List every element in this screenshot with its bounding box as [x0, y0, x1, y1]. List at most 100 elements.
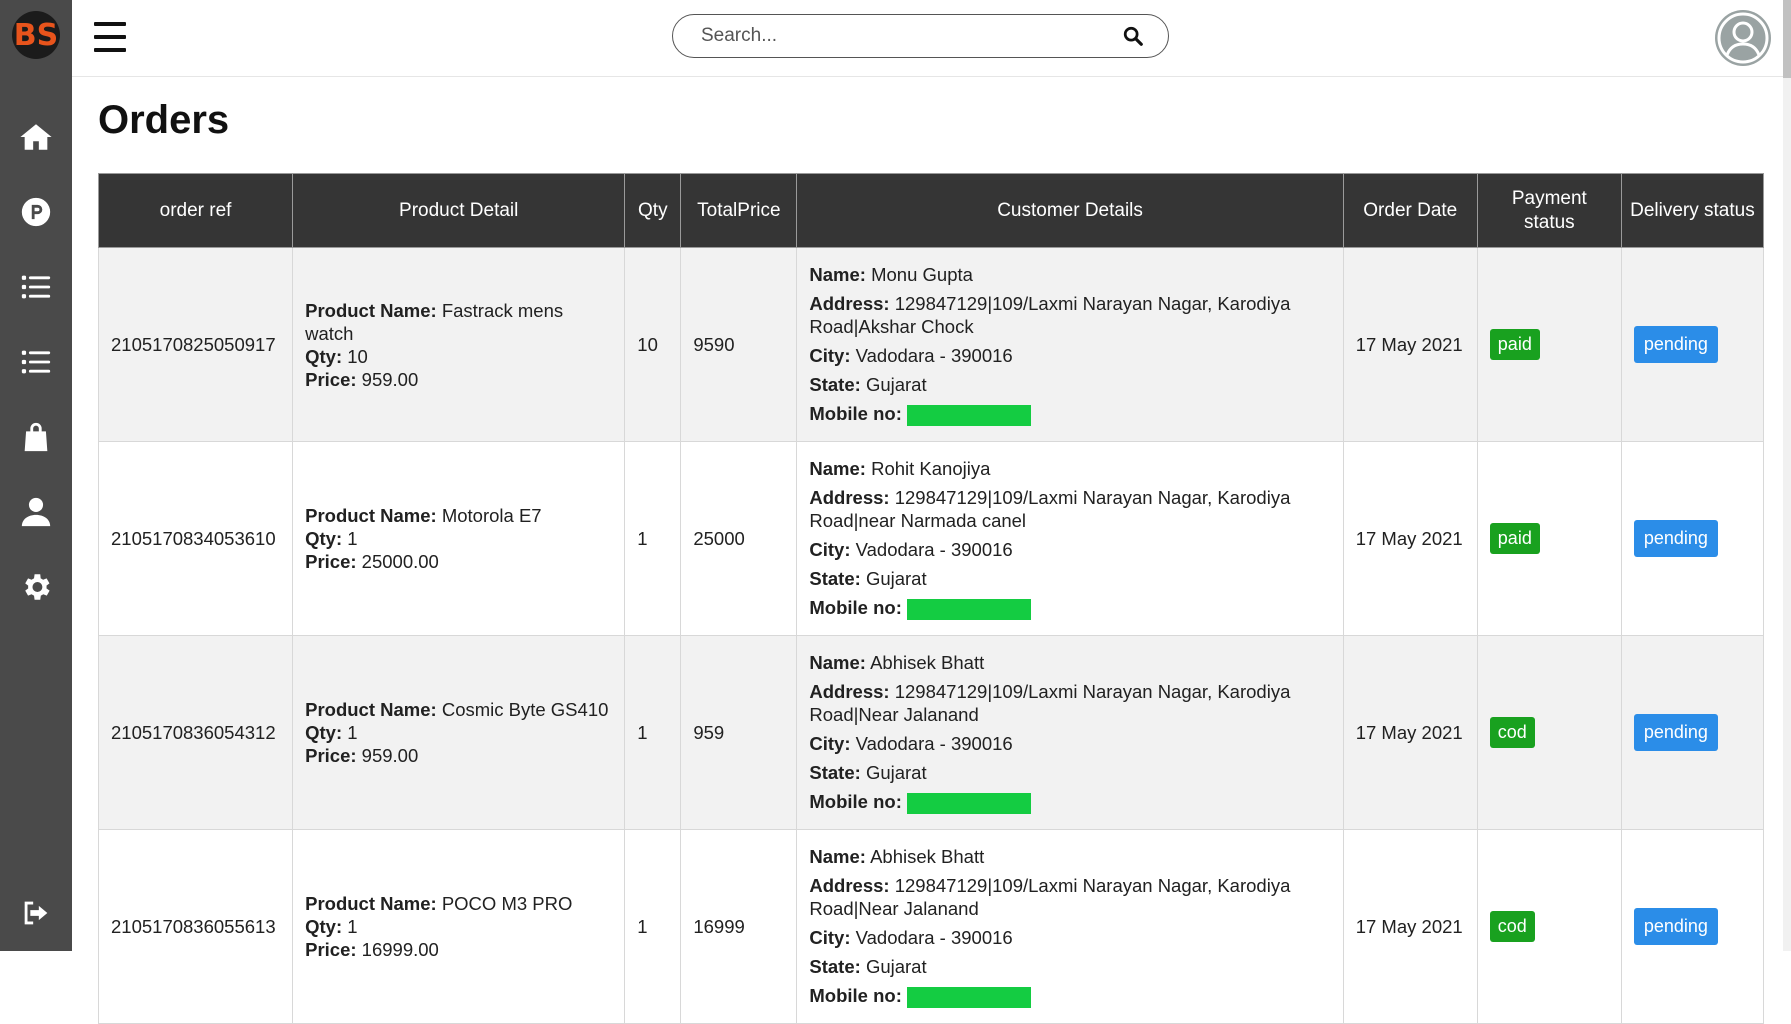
customer-name: Abhisek Bhatt	[870, 846, 985, 868]
qty-cell: 1	[624, 829, 682, 1024]
product-qty-label: Qty:	[305, 916, 343, 937]
total-price-cell: 25000	[680, 441, 798, 636]
mobile-redaction	[907, 986, 1032, 1008]
logout-icon[interactable]	[16, 893, 56, 933]
address-label: Address:	[809, 875, 890, 897]
product-price-label: Price:	[305, 368, 357, 390]
customer-state: Gujarat	[865, 568, 927, 590]
shopping-bag-icon[interactable]	[16, 417, 56, 457]
sidebar: BS	[0, 0, 72, 951]
payment-status-cell: paid	[1476, 247, 1622, 442]
qty-cell: 1	[624, 441, 682, 636]
delivery-status-button[interactable]: pending	[1633, 714, 1718, 751]
col-header-order-ref: order ref	[97, 173, 294, 248]
product-name-label: Product Name:	[305, 699, 437, 720]
search-icon[interactable]	[1122, 25, 1144, 47]
table-row: 2105170836055613 Product Name: POCO M3 P…	[97, 829, 1765, 1024]
product-qty-label: Qty:	[305, 528, 343, 549]
delivery-status-cell: pending	[1620, 441, 1765, 636]
customer-city: Vadodara - 390016	[855, 927, 1013, 949]
product-p-icon[interactable]	[16, 192, 56, 232]
payment-status-cell: cod	[1476, 635, 1622, 830]
name-label: Name:	[809, 264, 866, 286]
list-alt-icon[interactable]	[16, 342, 56, 382]
order-date-cell: 17 May 2021	[1342, 829, 1478, 1024]
mobile-redaction	[907, 792, 1032, 814]
delivery-status-cell: pending	[1620, 829, 1765, 1024]
product-price-label: Price:	[305, 745, 357, 766]
user-icon[interactable]	[16, 492, 56, 532]
scrollbar-thumb[interactable]	[1783, 0, 1791, 78]
state-label: State:	[809, 568, 861, 590]
payment-status-badge: cod	[1489, 717, 1535, 748]
avatar[interactable]	[1715, 10, 1771, 66]
home-icon[interactable]	[16, 117, 56, 157]
payment-status-cell: paid	[1476, 441, 1622, 636]
mobile-redaction	[907, 404, 1032, 426]
product-qty-value: 1	[347, 528, 358, 549]
list-icon[interactable]	[16, 267, 56, 307]
orders-table: order ref Product Detail Qty TotalPrice …	[97, 173, 1765, 1024]
address-label: Address:	[809, 293, 890, 315]
mobile-label: Mobile no:	[809, 597, 902, 619]
product-name-value: Motorola E7	[441, 505, 542, 526]
customer-state: Gujarat	[865, 956, 927, 978]
city-label: City:	[809, 927, 851, 949]
product-name-label: Product Name:	[305, 299, 437, 321]
customer-details-cell: Name: Rohit Kanojiya Address: 129847129|…	[796, 441, 1344, 636]
city-label: City:	[809, 733, 851, 755]
customer-details-cell: Name: Abhisek Bhatt Address: 129847129|1…	[796, 635, 1344, 830]
customer-name: Rohit Kanojiya	[871, 458, 991, 480]
customer-city: Vadodara - 390016	[855, 733, 1013, 755]
product-price-value: 959.00	[361, 368, 419, 390]
mobile-label: Mobile no:	[809, 985, 902, 1007]
name-label: Name:	[809, 458, 866, 480]
delivery-status-cell: pending	[1620, 247, 1765, 442]
top-bar	[72, 0, 1791, 77]
customer-name: Abhisek Bhatt	[870, 652, 985, 674]
product-name-label: Product Name:	[305, 893, 437, 914]
product-qty-label: Qty:	[305, 345, 343, 367]
product-price-label: Price:	[305, 551, 357, 572]
delivery-status-button[interactable]: pending	[1633, 326, 1718, 363]
payment-status-badge: paid	[1489, 523, 1540, 554]
qty-cell: 10	[624, 247, 682, 442]
customer-city: Vadodara - 390016	[855, 345, 1013, 367]
city-label: City:	[809, 345, 851, 367]
delivery-status-button[interactable]: pending	[1633, 520, 1718, 557]
customer-details-cell: Name: Monu Gupta Address: 129847129|109/…	[796, 247, 1344, 442]
scrollbar-track[interactable]	[1783, 0, 1791, 951]
product-name-label: Product Name:	[305, 505, 437, 526]
product-price-value: 16999.00	[361, 939, 439, 960]
delivery-status-button[interactable]: pending	[1633, 908, 1718, 945]
state-label: State:	[809, 374, 861, 396]
brand-logo[interactable]: BS	[12, 11, 60, 59]
name-label: Name:	[809, 846, 866, 868]
total-price-cell: 16999	[680, 829, 798, 1024]
search-input[interactable]	[699, 24, 1103, 48]
table-row: 2105170836054312 Product Name: Cosmic By…	[97, 635, 1765, 830]
col-header-qty: Qty	[624, 173, 682, 248]
product-price-value: 959.00	[361, 745, 419, 766]
delivery-status-cell: pending	[1620, 635, 1765, 830]
qty-cell: 1	[624, 635, 682, 830]
name-label: Name:	[809, 652, 866, 674]
table-header-row: order ref Product Detail Qty TotalPrice …	[97, 173, 1765, 248]
customer-state: Gujarat	[865, 374, 927, 396]
col-header-payment-status: Payment status	[1476, 173, 1622, 248]
table-row: 2105170834053610 Product Name: Motorola …	[97, 441, 1765, 636]
mobile-label: Mobile no:	[809, 791, 902, 813]
payment-status-badge: paid	[1489, 329, 1540, 360]
product-price-value: 25000.00	[361, 551, 439, 572]
menu-toggle-icon[interactable]	[94, 20, 126, 54]
table-row: 2105170825050917 Product Name: Fastrack …	[97, 247, 1765, 442]
state-label: State:	[809, 762, 861, 784]
product-detail-cell: Product Name: Cosmic Byte GS410 Qty: 1 P…	[292, 635, 626, 830]
product-name-value: POCO M3 PRO	[441, 893, 573, 914]
city-label: City:	[809, 539, 851, 561]
product-qty-label: Qty:	[305, 722, 343, 743]
gear-icon[interactable]	[16, 567, 56, 607]
address-label: Address:	[809, 487, 890, 509]
col-header-order-date: Order Date	[1342, 173, 1478, 248]
page-title: Orders	[98, 98, 230, 142]
